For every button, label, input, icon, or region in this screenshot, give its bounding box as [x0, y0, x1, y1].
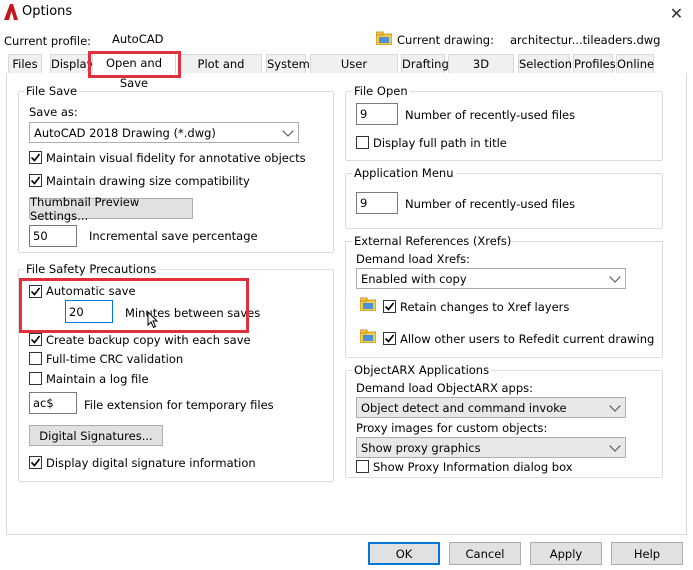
- tab-user-preferences[interactable]: User Preferences: [310, 54, 398, 90]
- objectarx-demand-load-dropdown[interactable]: Object detect and command invoke: [356, 397, 626, 418]
- file-open-title: File Open: [352, 84, 410, 98]
- app-menu-recent-label: Number of recently-used files: [405, 197, 576, 211]
- digital-signatures-button[interactable]: Digital Signatures...: [29, 425, 163, 446]
- log-file-checkbox[interactable]: [29, 372, 42, 385]
- app-menu-title: Application Menu: [352, 166, 456, 180]
- log-file-label: Maintain a log file: [46, 372, 149, 386]
- apply-button[interactable]: Apply: [530, 542, 602, 565]
- retain-changes-label: Retain changes to Xref layers: [400, 300, 570, 314]
- autocad-logo-icon: [4, 4, 18, 20]
- full-path-label: Display full path in title: [373, 136, 507, 150]
- file-open-recent-label: Number of recently-used files: [405, 108, 576, 122]
- window-title: Options: [22, 4, 73, 19]
- xrefs-demand-load-dropdown[interactable]: Enabled with copy: [356, 268, 626, 289]
- check-icon: [30, 153, 41, 162]
- tab-selection[interactable]: Selection: [518, 54, 572, 73]
- file-open-group: [345, 91, 663, 161]
- drawing-icon: [360, 329, 376, 343]
- current-profile-label: Current profile:: [4, 34, 92, 48]
- refedit-checkbox[interactable]: [383, 332, 396, 345]
- check-icon: [30, 458, 41, 467]
- check-icon: [30, 176, 41, 185]
- current-drawing-label: Current drawing:: [397, 33, 494, 47]
- incremental-save-input[interactable]: 50: [29, 225, 77, 247]
- proxy-images-label: Proxy images for custom objects:: [356, 421, 548, 435]
- current-profile-value: AutoCAD: [112, 32, 164, 46]
- tab-drafting[interactable]: Drafting: [401, 54, 449, 73]
- objectarx-demand-load-label: Demand load ObjectARX apps:: [356, 381, 534, 395]
- help-button[interactable]: Help: [611, 542, 683, 565]
- tab-plot-and-publish[interactable]: Plot and Publish: [180, 54, 262, 90]
- backup-copy-label: Create backup copy with each save: [46, 333, 251, 347]
- backup-copy-checkbox[interactable]: [29, 333, 42, 346]
- drawing-size-label: Maintain drawing size compatibility: [46, 174, 250, 188]
- full-path-checkbox[interactable]: [356, 136, 369, 149]
- objectarx-demand-load-value: Object detect and command invoke: [361, 400, 567, 415]
- proxy-images-dropdown[interactable]: Show proxy graphics: [356, 437, 626, 458]
- drawing-icon: [360, 297, 376, 311]
- file-open-recent-input[interactable]: 9: [356, 103, 398, 125]
- title-bar: [0, 0, 693, 26]
- tab-files[interactable]: Files: [8, 54, 42, 73]
- crc-validation-label: Full-time CRC validation: [46, 352, 184, 366]
- current-drawing-value: architectur...tileaders.dwg: [510, 33, 661, 47]
- refedit-label: Allow other users to Refedit current dra…: [400, 332, 655, 346]
- check-icon: [384, 334, 395, 343]
- xrefs-demand-load-value: Enabled with copy: [361, 271, 467, 286]
- tab-3d-modeling[interactable]: 3D Modeling: [448, 54, 514, 90]
- chevron-down-icon: [282, 124, 294, 137]
- proxy-dialog-checkbox[interactable]: [356, 460, 369, 473]
- chevron-down-icon: [609, 439, 621, 452]
- drawing-size-checkbox[interactable]: [29, 174, 42, 187]
- file-safety-title: File Safety Precautions: [24, 262, 159, 276]
- chevron-down-icon: [609, 399, 621, 412]
- check-icon: [384, 302, 395, 311]
- xrefs-title: External References (Xrefs): [352, 234, 514, 248]
- tab-system[interactable]: System: [266, 54, 310, 73]
- xrefs-demand-load-label: Demand load Xrefs:: [356, 252, 471, 266]
- incremental-save-label: Incremental save percentage: [89, 229, 258, 243]
- display-signature-label: Display digital signature information: [46, 456, 256, 470]
- automatic-save-highlight: [19, 278, 249, 333]
- thumbnail-preview-button[interactable]: Thumbnail Preview Settings...: [29, 195, 193, 223]
- app-menu-recent-input[interactable]: 9: [356, 192, 398, 214]
- drawing-icon: [376, 31, 392, 45]
- retain-changes-checkbox[interactable]: [383, 300, 396, 313]
- tab-online[interactable]: Online: [616, 54, 654, 73]
- tab-highlight: [88, 51, 181, 78]
- save-as-dropdown[interactable]: AutoCAD 2018 Drawing (*.dwg): [29, 122, 299, 143]
- cancel-button[interactable]: Cancel: [449, 542, 521, 565]
- proxy-images-value: Show proxy graphics: [361, 440, 481, 455]
- tab-profiles[interactable]: Profiles: [573, 54, 616, 73]
- close-button[interactable]: ✕: [660, 0, 693, 26]
- temp-extension-label: File extension for temporary files: [84, 398, 274, 412]
- visual-fidelity-checkbox[interactable]: [29, 151, 42, 164]
- save-as-value: AutoCAD 2018 Drawing (*.dwg): [34, 125, 216, 140]
- temp-extension-input[interactable]: ac$: [29, 392, 77, 414]
- tab-display[interactable]: Display: [50, 54, 93, 73]
- chevron-down-icon: [609, 270, 621, 283]
- ok-button[interactable]: OK: [368, 542, 440, 565]
- proxy-dialog-label: Show Proxy Information dialog box: [373, 460, 573, 474]
- display-signature-checkbox[interactable]: [29, 456, 42, 469]
- crc-validation-checkbox[interactable]: [29, 352, 42, 365]
- file-save-title: File Save: [24, 84, 80, 98]
- objectarx-title: ObjectARX Applications: [352, 363, 492, 377]
- save-as-label: Save as:: [29, 105, 78, 119]
- check-icon: [30, 335, 41, 344]
- visual-fidelity-label: Maintain visual fidelity for annotative …: [46, 151, 306, 165]
